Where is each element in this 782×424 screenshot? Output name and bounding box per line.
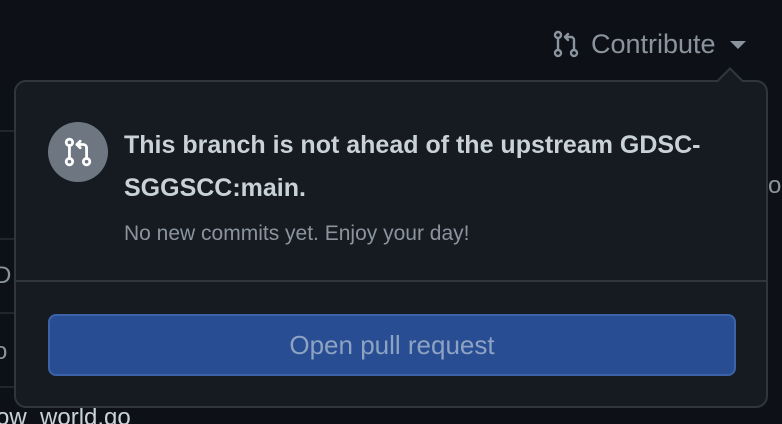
popover-arrow-inner (718, 70, 742, 82)
popover-subtext: No new commits yet. Enjoy your day! (124, 222, 470, 245)
contribute-label: Contribute (591, 28, 716, 59)
chevron-down-icon (729, 41, 746, 49)
open-pull-request-button[interactable]: Open pull request (48, 314, 736, 376)
bg-divider (0, 130, 14, 132)
bg-divider (0, 238, 14, 240)
popover-heading: This branch is not ahead of the upstream… (124, 131, 701, 202)
bg-file-fragment: D (0, 262, 12, 289)
bg-divider (0, 312, 14, 314)
contribute-popover: This branch is not ahead of the upstream… (14, 80, 768, 408)
git-pull-request-icon (48, 122, 108, 182)
bg-divider (0, 386, 14, 388)
bg-file-fragment: o (0, 338, 8, 365)
contribute-button[interactable]: Contribute (551, 24, 746, 64)
popover-divider (16, 280, 766, 282)
repo-page: o D o ow_world.go Contribute This branch… (0, 0, 782, 424)
git-pull-request-icon (551, 29, 581, 59)
bg-file-fragment: o (768, 172, 782, 199)
